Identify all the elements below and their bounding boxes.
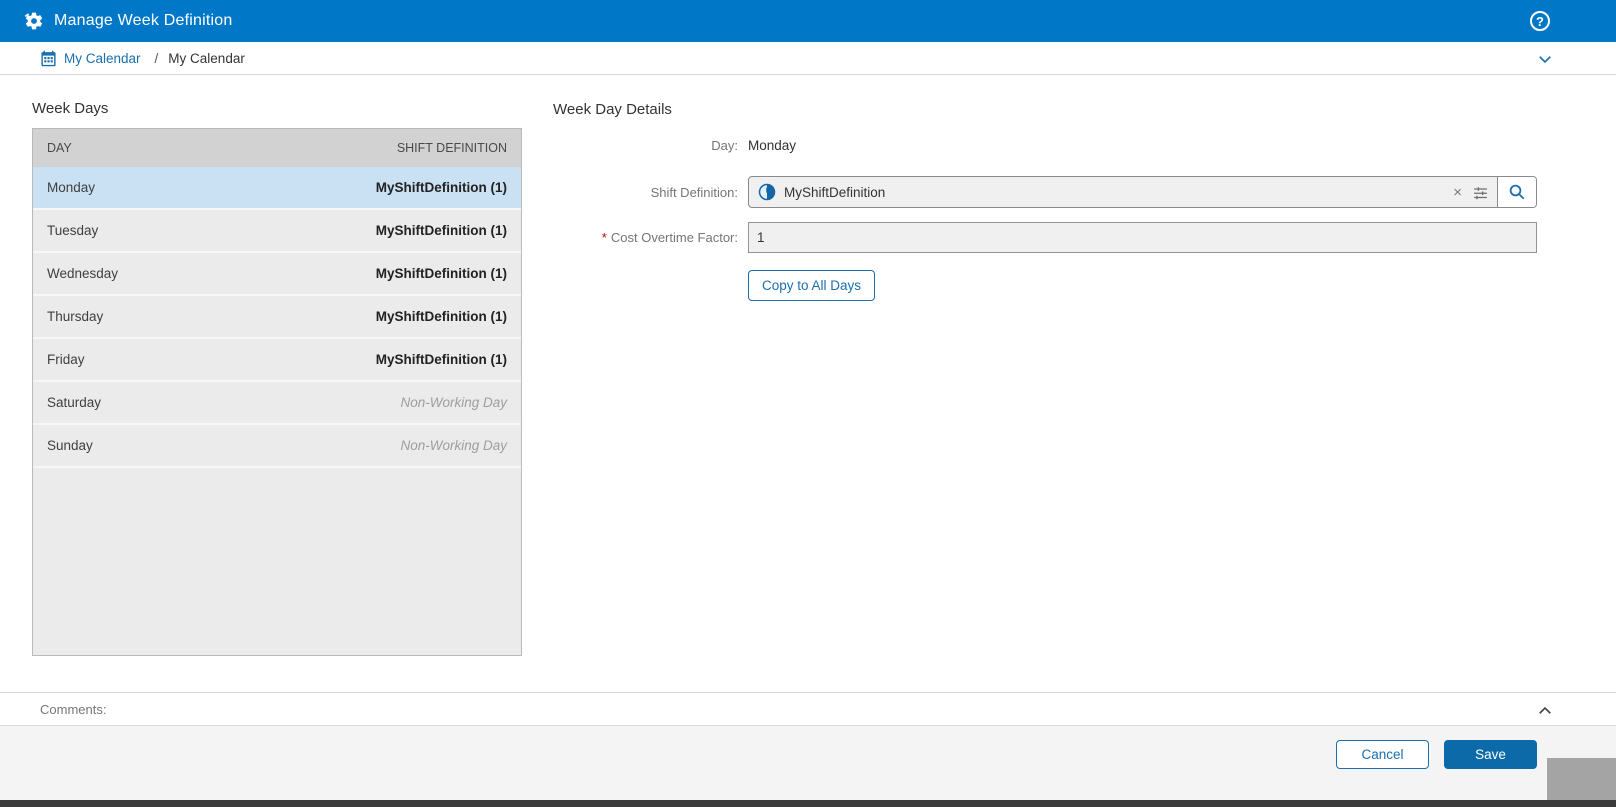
day-cell: Tuesday [47,223,99,238]
day-cell: Sunday [47,438,93,453]
shift-definition-cell: MyShiftDefinition (1) [375,266,507,281]
week-days-heading: Week Days [32,100,109,117]
tune-icon[interactable] [1470,184,1497,201]
table-row[interactable]: Thursday MyShiftDefinition (1) [33,294,521,337]
shift-definition-cell: MyShiftDefinition (1) [375,352,507,367]
gear-icon [24,11,44,31]
copy-to-all-days-button[interactable]: Copy to All Days [748,270,876,301]
shift-definition-cell: Non-Working Day [400,438,507,453]
search-icon[interactable] [1497,177,1536,207]
shift-clock-icon [758,183,776,201]
action-footer: Cancel Save [0,726,1616,800]
save-button[interactable]: Save [1444,740,1537,769]
cost-overtime-factor-row: * Cost Overtime Factor: [553,222,1537,253]
shift-definition-row: Shift Definition: MyShiftDefinition × [553,176,1537,208]
shift-definition-field[interactable]: MyShiftDefinition × [748,176,1537,208]
day-cell: Wednesday [47,266,119,281]
shift-definition-label: Shift Definition: [650,184,738,200]
week-days-table: DAY SHIFT DEFINITION Monday MyShiftDefin… [32,128,522,656]
screen-artifact-overlay [1547,758,1616,800]
app-header: Manage Week Definition ? [0,0,1616,42]
table-row[interactable]: Tuesday MyShiftDefinition (1) [33,208,521,251]
shift-definition-cell: MyShiftDefinition (1) [375,309,507,324]
comments-label: Comments: [40,701,107,717]
breadcrumb-current: My Calendar [168,50,245,66]
table-row[interactable]: Monday MyShiftDefinition (1) [33,167,521,208]
comments-section[interactable]: Comments: [0,692,1616,726]
cancel-button[interactable]: Cancel [1336,740,1429,769]
cost-overtime-factor-label: * Cost Overtime Factor: [601,230,738,245]
breadcrumb-link-my-calendar[interactable]: My Calendar [64,51,141,66]
column-header-shift-definition: SHIFT DEFINITION [396,141,507,155]
table-row[interactable]: Saturday Non-Working Day [33,380,521,423]
day-cell: Thursday [47,309,104,324]
table-empty-area [33,466,521,655]
cost-overtime-factor-input[interactable] [748,222,1537,253]
day-cell: Friday [47,352,85,367]
shift-definition-cell: MyShiftDefinition (1) [375,180,507,195]
manage-week-definition-page: Manage Week Definition ? My Calendar / M… [0,0,1616,807]
breadcrumb: My Calendar / My Calendar [0,42,1616,75]
day-value: Monday [748,138,797,153]
bottom-edge-strip [0,800,1616,807]
chevron-down-icon[interactable] [1536,50,1554,73]
help-icon[interactable]: ? [1530,11,1550,31]
day-label: Day: [711,138,738,153]
chevron-up-icon[interactable] [1536,702,1554,725]
clear-icon[interactable]: × [1445,184,1470,201]
column-header-day: DAY [47,141,72,155]
calendar-icon [40,50,57,67]
breadcrumb-separator: / [154,50,159,66]
day-row: Day: Monday [553,138,796,153]
required-marker: * [601,230,607,245]
table-row[interactable]: Wednesday MyShiftDefinition (1) [33,251,521,294]
week-day-details-heading: Week Day Details [553,101,672,118]
shift-definition-cell: Non-Working Day [400,395,507,410]
page-title: Manage Week Definition [54,12,233,29]
shift-definition-value: MyShiftDefinition [784,184,886,200]
day-cell: Monday [47,180,96,195]
table-row[interactable]: Friday MyShiftDefinition (1) [33,337,521,380]
table-header-row: DAY SHIFT DEFINITION [33,129,521,167]
day-cell: Saturday [47,395,102,410]
table-row[interactable]: Sunday Non-Working Day [33,423,521,466]
shift-definition-cell: MyShiftDefinition (1) [375,223,507,238]
